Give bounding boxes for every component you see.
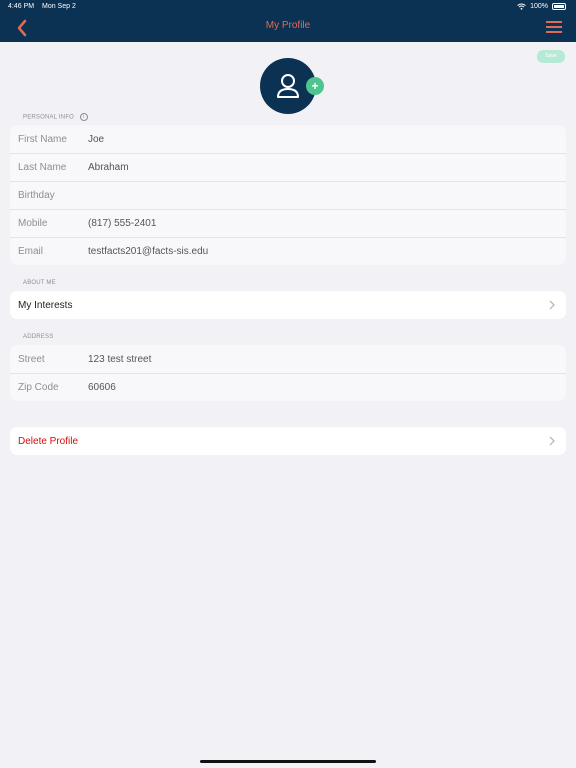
mobile-row[interactable]: Mobile (817) 555-2401 xyxy=(10,209,566,237)
email-row[interactable]: Email testfacts201@facts-sis.edu xyxy=(10,237,566,265)
info-icon[interactable]: i xyxy=(79,113,88,121)
zip-code-row[interactable]: Zip Code 60606 xyxy=(10,373,566,401)
status-date: Mon Sep 2 xyxy=(42,3,76,10)
page-title: My Profile xyxy=(265,20,311,31)
first-name-field[interactable]: Joe xyxy=(88,134,104,145)
my-interests-label: My Interests xyxy=(18,299,73,311)
about-me-card: My Interests xyxy=(10,291,566,319)
email-label: Email xyxy=(18,246,44,257)
delete-profile-card: Delete Profile xyxy=(10,427,566,455)
battery-icon xyxy=(552,3,566,10)
address-label: ADDRESS xyxy=(23,334,54,340)
birthday-row[interactable]: Birthday xyxy=(10,181,566,209)
last-name-label: Last Name xyxy=(18,162,67,173)
menu-icon[interactable] xyxy=(546,20,562,34)
personal-info-label: PERSONAL INFO xyxy=(23,114,75,121)
zip-code-label: Zip Code xyxy=(18,382,59,393)
street-row[interactable]: Street 123 test street xyxy=(10,345,566,373)
first-name-label: First Name xyxy=(18,133,67,145)
plus-icon: + xyxy=(311,79,319,93)
delete-profile-button[interactable]: Delete Profile xyxy=(18,436,78,447)
chevron-right-icon xyxy=(549,436,555,446)
battery-percent: 100% xyxy=(530,3,548,10)
street-label: Street xyxy=(18,353,45,365)
delete-profile-row[interactable]: Delete Profile xyxy=(10,427,566,455)
birthday-label: Birthday xyxy=(18,190,55,201)
street-field[interactable]: 123 test street xyxy=(88,354,151,365)
status-time: 4:46 PM xyxy=(8,3,35,10)
my-interests-row[interactable]: My Interests xyxy=(10,291,566,319)
nav-header: 4:46 PM Mon Sep 2 100% My Profile xyxy=(0,0,576,42)
status-right: 100% xyxy=(517,3,566,10)
zip-code-field[interactable]: 60606 xyxy=(88,382,116,393)
chevron-right-icon xyxy=(549,300,555,310)
personal-info-card: First Name Joe Last Name Abraham Birthda… xyxy=(10,125,566,265)
email-field[interactable]: testfacts201@facts-sis.edu xyxy=(88,246,208,257)
mobile-label: Mobile xyxy=(18,218,48,229)
add-photo-button[interactable]: + xyxy=(306,77,324,95)
wifi-icon xyxy=(517,3,526,10)
home-indicator[interactable] xyxy=(200,760,376,763)
person-icon xyxy=(277,74,299,98)
last-name-row[interactable]: Last Name Abraham xyxy=(10,153,566,181)
save-button[interactable]: Save xyxy=(537,50,565,63)
last-name-field[interactable]: Abraham xyxy=(88,162,129,173)
mobile-field[interactable]: (817) 555-2401 xyxy=(88,218,156,229)
personal-info-header: PERSONAL INFO i xyxy=(23,113,88,121)
about-me-label: ABOUT ME xyxy=(23,280,56,286)
first-name-row[interactable]: First Name Joe xyxy=(10,125,566,153)
address-card: Street 123 test street Zip Code 60606 xyxy=(10,345,566,401)
